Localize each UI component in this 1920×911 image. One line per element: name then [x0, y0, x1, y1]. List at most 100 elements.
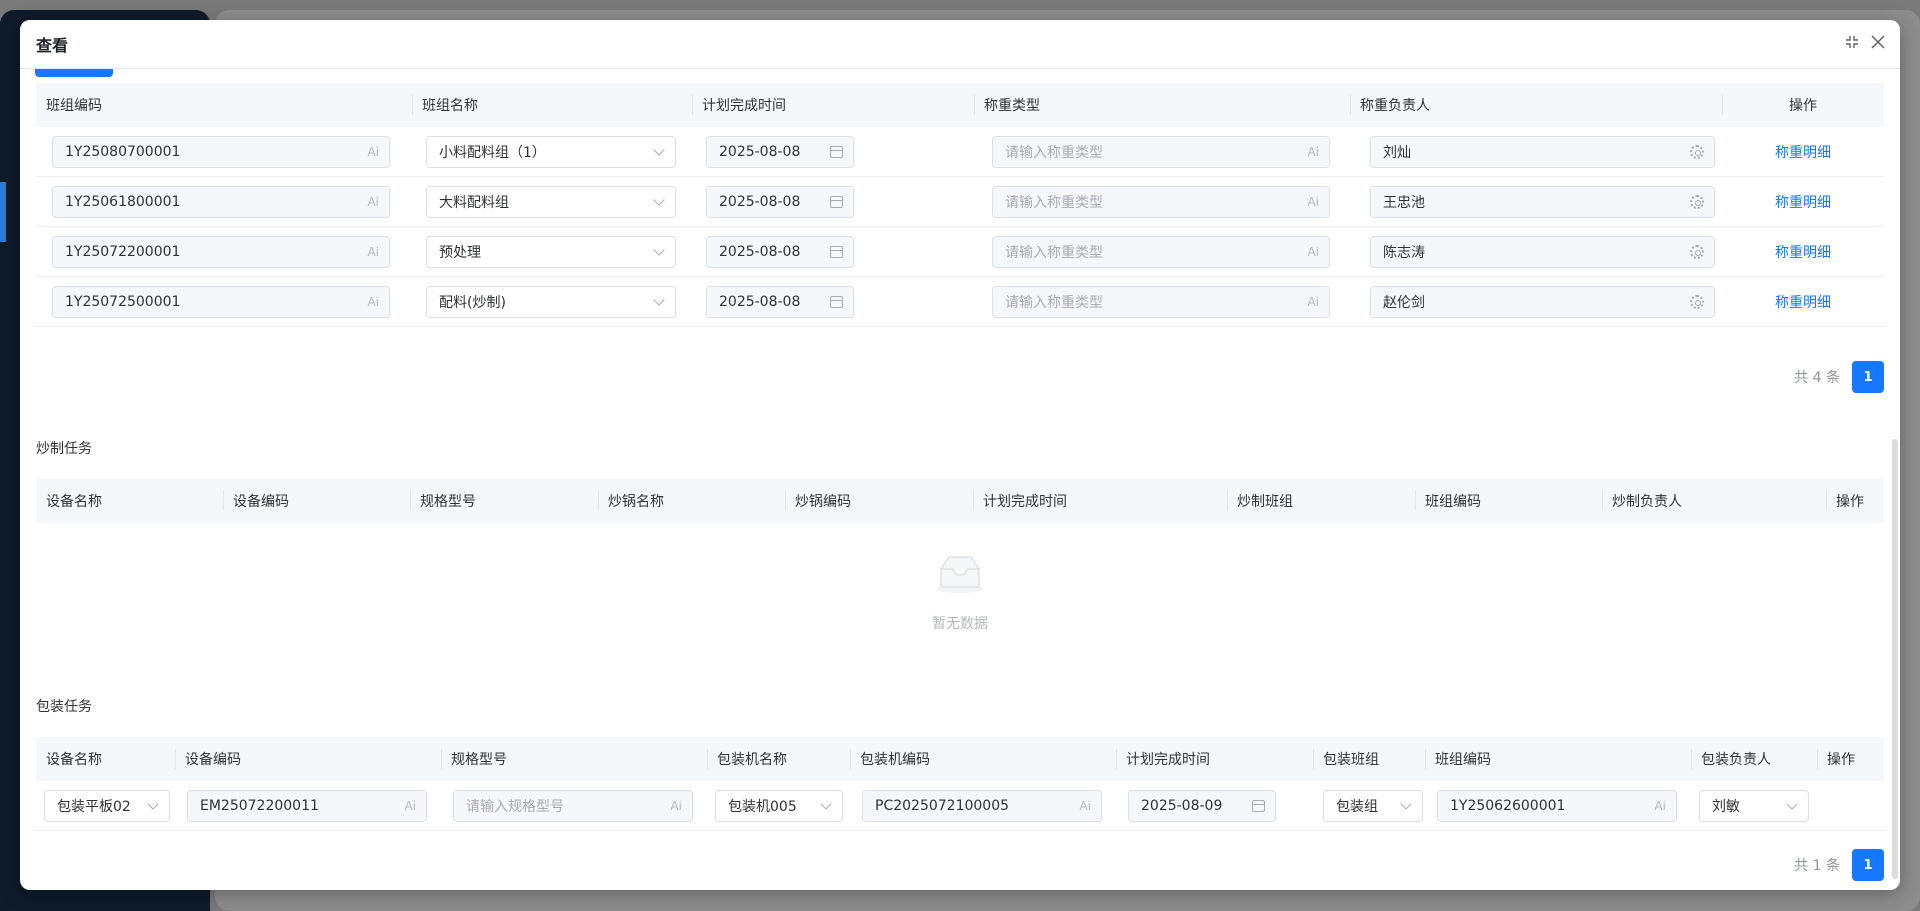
- weigh-person-field[interactable]: 王忠池: [1370, 185, 1715, 218]
- dialog-body: 班组编码 班组名称 计划完成时间 称重类型 称重负责人 操作 1Y2508070…: [20, 69, 1900, 890]
- col-pack-team: 包装班组: [1313, 737, 1425, 781]
- team-name-select[interactable]: 预处理: [426, 235, 676, 268]
- dialog-title: 查看: [36, 36, 69, 55]
- weigh-detail-link[interactable]: 称重明细: [1775, 242, 1831, 262]
- pack-table-header: 设备名称 设备编码 规格型号 包装机名称 包装机编码 计划完成时间 包装班组 班…: [36, 737, 1884, 781]
- table-row: 包装平板02 EM25072200011 Ai 请输入规格型号 Ai 包装机005 …: [36, 781, 1884, 831]
- pack-person-select[interactable]: 刘敏: [1699, 789, 1809, 822]
- table-row: 1Y25072200001 Ai 预处理 2025-08-08 请输入称重类型 Ai…: [36, 227, 1884, 277]
- team-name-select[interactable]: 配料(炒制): [426, 285, 676, 318]
- plan-date-picker[interactable]: 2025-08-08: [706, 285, 854, 318]
- chevron-down-icon: [820, 797, 832, 810]
- chevron-down-icon: [653, 293, 665, 306]
- col-device-code: 设备编码: [223, 479, 410, 523]
- close-icon[interactable]: [1870, 34, 1886, 50]
- fry-section-title: 炒制任务: [36, 441, 92, 457]
- col-wok-name: 炒锅名称: [598, 479, 785, 523]
- col-spec: 规格型号: [410, 479, 598, 523]
- fullscreen-icon[interactable]: [1844, 34, 1860, 50]
- empty-box-icon: [936, 556, 984, 593]
- chevron-down-icon: [653, 243, 665, 256]
- team-code-field[interactable]: 1Y25061800001 Ai: [52, 185, 390, 218]
- empty-state: 暂无数据: [36, 523, 1884, 643]
- team-code-field[interactable]: 1Y25072200001 Ai: [52, 235, 390, 268]
- scrollbar[interactable]: [1888, 69, 1900, 890]
- pack-table: 设备名称 设备编码 规格型号 包装机名称 包装机编码 计划完成时间 包装班组 班…: [36, 737, 1884, 881]
- empty-text: 暂无数据: [932, 616, 988, 632]
- col-team-code: 班组编码: [1425, 737, 1691, 781]
- table-row: 1Y25072500001 Ai 配料(炒制) 2025-08-08 请输入称重类…: [36, 277, 1884, 327]
- col-fry-person: 炒制负责人: [1602, 479, 1826, 523]
- weigh-person-field[interactable]: 陈志涛: [1370, 235, 1715, 268]
- col-device-code: 设备编码: [175, 737, 441, 781]
- gear-icon[interactable]: [1690, 144, 1704, 159]
- col-weigh-type: 称重类型: [974, 83, 1350, 127]
- team-name-select[interactable]: 大料配料组: [426, 185, 676, 218]
- col-team-code: 班组编码: [1415, 479, 1602, 523]
- chevron-down-icon: [147, 797, 159, 810]
- hidden-top-button[interactable]: [35, 69, 113, 77]
- col-team-code: 班组编码: [46, 98, 102, 114]
- pack-team-select[interactable]: 包装组: [1323, 789, 1423, 822]
- gear-icon[interactable]: [1690, 294, 1704, 309]
- team-name-select[interactable]: 小料配料组（1）: [426, 135, 676, 168]
- col-action: 操作: [1722, 83, 1884, 127]
- calendar-icon: [830, 295, 843, 308]
- weigh-detail-link[interactable]: 称重明细: [1775, 292, 1831, 312]
- weigh-pagination: 共 4 条 1: [1794, 361, 1884, 393]
- pack-section-title: 包装任务: [36, 699, 92, 715]
- col-plan-date: 计划完成时间: [1116, 737, 1313, 781]
- weigh-table-header: 班组编码 班组名称 计划完成时间 称重类型 称重负责人 操作: [36, 83, 1884, 127]
- col-team-name: 班组名称: [412, 83, 692, 127]
- device-code-field[interactable]: EM25072200011 Ai: [187, 789, 427, 822]
- page-1-button[interactable]: 1: [1852, 849, 1884, 881]
- col-wok-code: 炒锅编码: [785, 479, 973, 523]
- chevron-down-icon: [1400, 797, 1412, 810]
- background-sidebar-accent: [0, 182, 6, 242]
- weigh-person-field[interactable]: 刘灿: [1370, 135, 1715, 168]
- plan-date-picker[interactable]: 2025-08-08: [706, 135, 854, 168]
- chevron-down-icon: [653, 143, 665, 156]
- weigh-table: 班组编码 班组名称 计划完成时间 称重类型 称重负责人 操作 1Y2508070…: [36, 83, 1884, 393]
- weigh-detail-link[interactable]: 称重明细: [1775, 192, 1831, 212]
- col-action: 操作: [1826, 479, 1884, 523]
- calendar-icon: [830, 195, 843, 208]
- plan-date-picker[interactable]: 2025-08-08: [706, 185, 854, 218]
- plan-date-picker[interactable]: 2025-08-09: [1128, 789, 1276, 822]
- weigh-type-input[interactable]: 请输入称重类型 Ai: [992, 285, 1330, 318]
- col-fry-team: 炒制班组: [1227, 479, 1415, 523]
- machine-code-field[interactable]: PC2025072100005 Ai: [862, 789, 1102, 822]
- col-spec: 规格型号: [441, 737, 707, 781]
- team-code-field[interactable]: 1Y25080700001 Ai: [52, 135, 390, 168]
- machine-name-select[interactable]: 包装机005: [715, 789, 843, 822]
- calendar-icon: [830, 145, 843, 158]
- col-plan-date: 计划完成时间: [973, 479, 1227, 523]
- weigh-person-field[interactable]: 赵伦剑: [1370, 285, 1715, 318]
- weigh-detail-link[interactable]: 称重明细: [1775, 142, 1831, 162]
- dialog-header: 查看: [20, 20, 1900, 69]
- col-machine-name: 包装机名称: [707, 737, 850, 781]
- table-row: 1Y25061800001 Ai 大料配料组 2025-08-08 请输入称重类型…: [36, 177, 1884, 227]
- scrollbar-thumb[interactable]: [1892, 439, 1898, 879]
- spec-input[interactable]: 请输入规格型号 Ai: [453, 789, 693, 822]
- calendar-icon: [1252, 799, 1265, 812]
- weigh-type-input[interactable]: 请输入称重类型 Ai: [992, 135, 1330, 168]
- col-machine-code: 包装机编码: [850, 737, 1116, 781]
- calendar-icon: [830, 245, 843, 258]
- chevron-down-icon: [653, 193, 665, 206]
- gear-icon[interactable]: [1690, 244, 1704, 259]
- team-code-field[interactable]: 1Y25062600001 Ai: [1437, 789, 1677, 822]
- weigh-type-input[interactable]: 请输入称重类型 Ai: [992, 185, 1330, 218]
- device-name-select[interactable]: 包装平板02: [44, 789, 170, 822]
- col-device-name: 设备名称: [46, 752, 102, 768]
- weigh-type-input[interactable]: 请输入称重类型 Ai: [992, 235, 1330, 268]
- plan-date-picker[interactable]: 2025-08-08: [706, 235, 854, 268]
- pack-pagination: 共 1 条 1: [1794, 849, 1884, 881]
- view-dialog: 查看 班组编码 班组名称 计划完成时间 称重类型 称重负责人 操作 1Y2508…: [20, 20, 1900, 890]
- team-code-field[interactable]: 1Y25072500001 Ai: [52, 285, 390, 318]
- weigh-total: 共 4 条: [1794, 370, 1840, 386]
- gear-icon[interactable]: [1690, 194, 1704, 209]
- fry-table-header: 设备名称 设备编码 规格型号 炒锅名称 炒锅编码 计划完成时间 炒制班组 班组编…: [36, 479, 1884, 523]
- chevron-down-icon: [1786, 797, 1798, 810]
- page-1-button[interactable]: 1: [1852, 361, 1884, 393]
